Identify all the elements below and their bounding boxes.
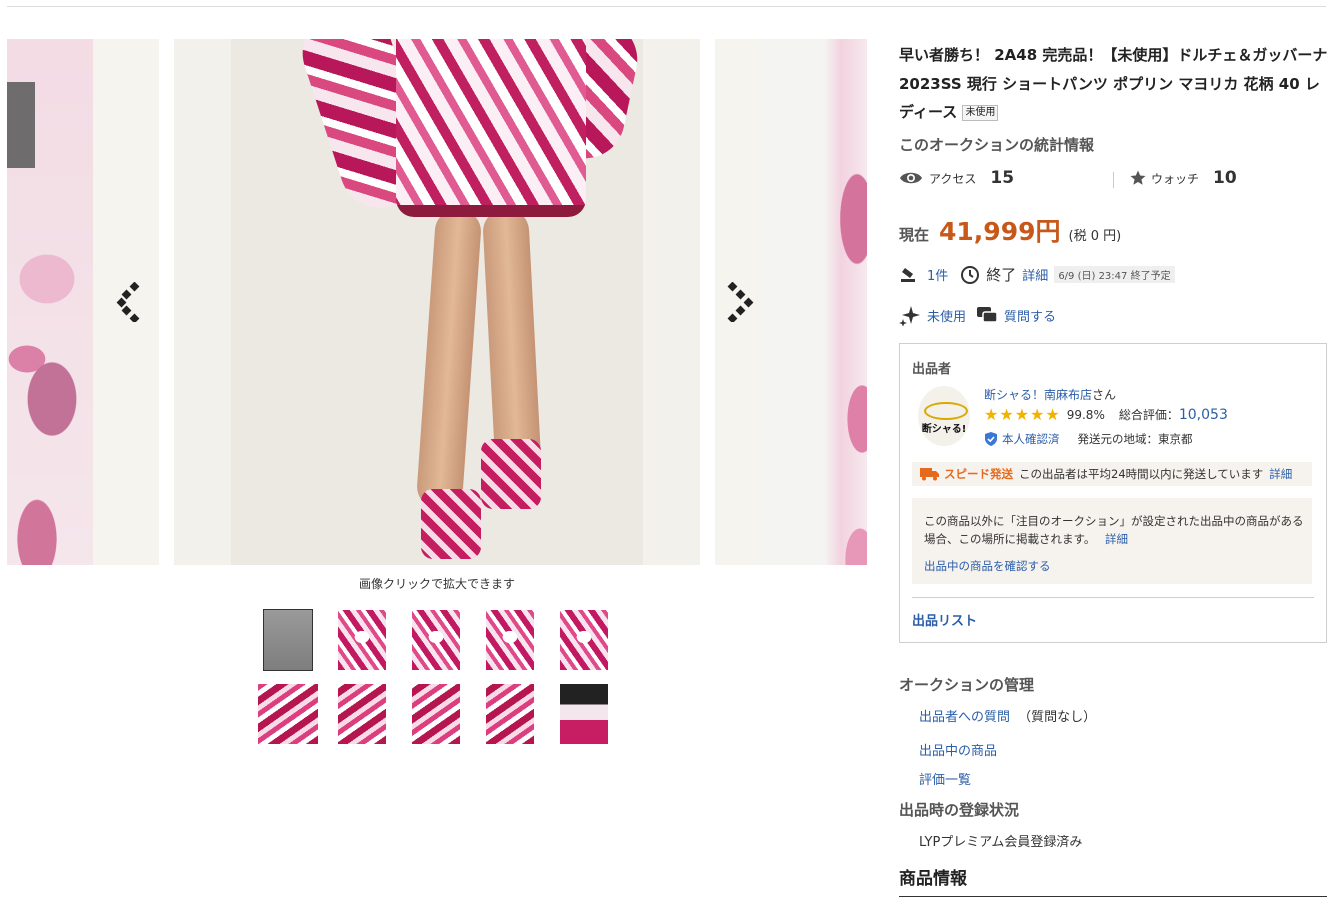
end-time-detail-link[interactable]: 詳細 [1022,265,1048,284]
thumbnail[interactable] [258,684,318,744]
star-icon: ★ [999,405,1014,424]
condition-row: 未使用 質問する [899,304,1056,326]
total-rating-link[interactable]: 10,053 [1179,407,1228,423]
sparkle-icon [899,306,920,326]
watch-count: 10 [1213,168,1237,188]
watch-label: ウォッチ [1151,171,1200,186]
seller-avatar[interactable]: 断シャる! [918,386,970,446]
end-time-chip: 6/9 (日) 23:47 終了予定 [1054,266,1175,283]
thumbnail[interactable] [560,610,608,670]
registration-status: LYPプレミアム会員登録済み [919,835,1083,850]
stats-heading: このオークションの統計情報 [899,136,1095,154]
listing-list-link[interactable]: 出品リスト [912,610,977,629]
access-stat: アクセス 15 [899,168,1014,188]
bid-info-row: 1件 終了 詳細 6/9 (日) 23:47 終了予定 [899,264,1175,285]
seller-panel: 出品者 断シャる! 断シャる！南麻布店さん ★ ★ ★ ★ ★ 99.8% 総合… [899,343,1327,643]
question-note: （質問なし） [1018,710,1097,725]
model-photo [231,39,645,565]
featured-auction-notice: この商品以外に「注目のオークション」が設定された出品中の商品がある場合、この場所… [912,498,1312,584]
ship-from: 発送元の地域：東京都 [1077,432,1193,446]
sandal [481,439,541,509]
thumbnail[interactable] [412,610,460,670]
thumbnail[interactable] [560,684,608,744]
top-divider [7,6,1326,7]
chat-icon [977,307,998,323]
verified-link[interactable]: 本人確認済 [1002,431,1060,447]
view-listings-link[interactable]: 出品中の商品を確認する [924,558,1051,574]
eye-icon [900,172,922,184]
seller-name-link[interactable]: 断シャる！南麻布店 [984,388,1092,402]
current-price: 41,999円 [939,217,1061,246]
next-photo [762,39,867,565]
gavel-icon [901,267,915,282]
tax-amount: (税 0 円) [1068,229,1122,244]
question-row: 出品者への質問 （質問なし） [919,706,1096,725]
product-info-divider [899,896,1327,897]
truck-icon [920,468,939,481]
active-listings-link[interactable]: 出品中の商品 [919,740,997,759]
rating-row: ★ ★ ★ ★ ★ 99.8% 総合評価： 10,053 [984,405,1228,424]
star-icon: ★ [1030,405,1045,424]
speed-shipping-box: スピード発送 この出品者は平均24時間以内に発送しています 詳細 [912,462,1312,486]
product-info-heading: 商品情報 [899,869,967,889]
speed-shipping-title: スピード発送 [944,467,1013,481]
end-status: 終了 [986,266,1017,284]
star-icon: ★ [1045,405,1060,424]
seller-divider [912,597,1314,598]
speed-detail-link[interactable]: 詳細 [1269,466,1292,482]
thumbnail[interactable] [486,684,534,744]
bid-count-link[interactable]: 1件 [927,265,948,284]
access-label: アクセス [929,171,977,186]
star-icon: ★ [984,405,999,424]
ask-question-link[interactable]: 質問する [1004,306,1056,325]
seller-question-link[interactable]: 出品者への質問 [919,710,1010,725]
reviews-link[interactable]: 評価一覧 [919,769,971,788]
notice-detail-link[interactable]: 詳細 [1105,532,1128,546]
notice-text-block: この商品以外に「注目のオークション」が設定された出品中の商品がある場合、この場所… [924,512,1304,548]
thumbnail[interactable] [412,684,460,744]
condition-link[interactable]: 未使用 [927,306,966,325]
access-count: 15 [990,168,1015,188]
speed-shipping-text: この出品者は平均24時間以内に発送しています [1019,467,1264,481]
thumbnail[interactable] [338,684,386,744]
seller-suffix: さん [1092,388,1117,402]
leg [415,207,483,511]
next-arrow-icon[interactable] [726,281,756,324]
price-label: 現在 [899,226,930,244]
total-rating-label: 総合評価： [1118,408,1179,422]
thumbnail[interactable] [338,610,386,670]
thumbnail[interactable] [263,609,313,671]
avatar-ring [924,402,968,420]
watch-stat: ウォッチ 10 [1129,168,1237,188]
condition-badge: 未使用 [962,104,999,121]
seller-name-row: 断シャる！南麻布店さん [984,386,1116,403]
thumbnail[interactable] [486,610,534,670]
price-row: 現在 41,999円 (税 0 円) [899,212,1121,248]
avatar-text: 断シャる! [921,424,967,435]
stats-divider [1113,172,1114,188]
previous-arrow-icon[interactable] [116,281,146,324]
management-heading: オークションの管理 [899,676,1035,694]
registration-heading: 出品時の登録状況 [899,801,1020,819]
clock-icon [961,265,980,284]
image-caption: 画像クリックで拡大できます [358,577,515,591]
rating-percent: 99.8% [1066,407,1105,422]
seller-heading: 出品者 [912,362,952,377]
stats-row: アクセス 15 ウォッチ 10 [899,168,1329,194]
slide-tag [7,82,35,168]
auction-title: 早い者勝ち！ 2A48 完売品！【未使用】ドルチェ＆ガッバーナ 2023SS 現… [899,41,1329,127]
main-product-image[interactable] [174,39,700,565]
star-icon [1130,170,1146,185]
verify-row: 本人確認済 発送元の地域：東京都 [984,431,1193,447]
star-icon: ★ [1014,405,1030,424]
verified-check-icon [985,432,997,446]
sandal [421,489,481,559]
shorts [396,39,586,217]
